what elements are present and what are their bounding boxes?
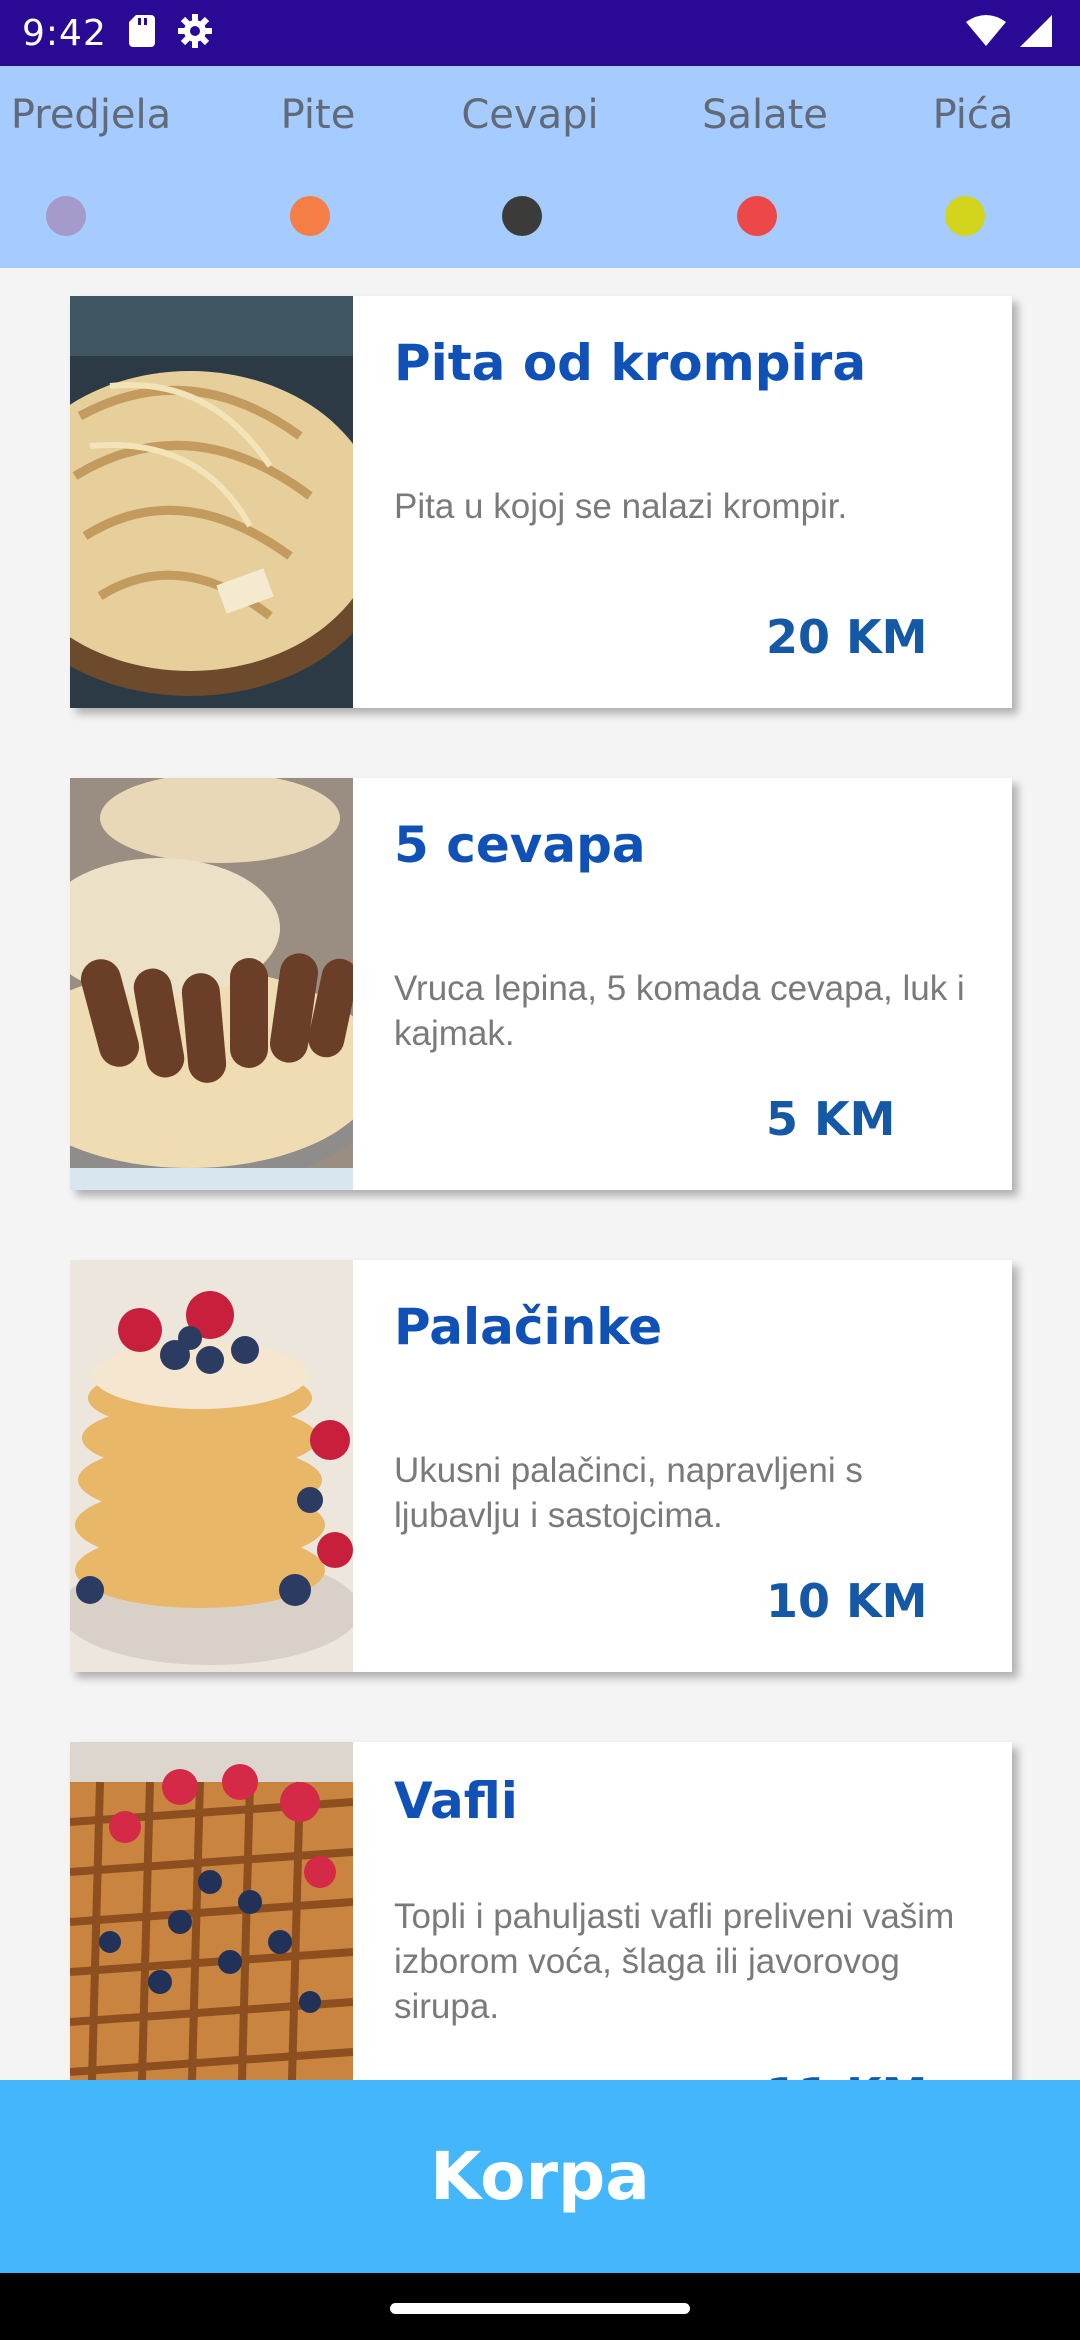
category-tab-cevapi[interactable]: Cevapi [430,66,630,268]
cart-button[interactable]: Korpa [0,2080,1080,2273]
product-title: Vafli [394,1772,518,1830]
product-card[interactable]: Pita od krompira Pita u kojoj se nalazi … [70,296,1012,708]
product-description: Topli i pahuljasti vafli preliveni vašim… [394,1897,955,2026]
settings-gear-icon [177,13,213,54]
product-card[interactable]: 5 cevapa Vruca lepina, 5 komada cevapa, … [70,778,1012,1190]
product-list[interactable]: Pita od krompira Pita u kojoj se nalazi … [0,268,1080,2080]
status-bar: 9:42 [0,0,1080,66]
product-description: Ukusni palačinci, napravljeni s ljubavlj… [394,1451,863,1535]
cell-signal-icon [1020,14,1052,52]
category-tab-pica[interactable]: Pića [873,66,1073,268]
product-image [70,1260,353,1672]
system-navigation-bar [0,2273,1080,2340]
category-tab-pite[interactable]: Pite [218,66,418,268]
category-label: Predjela [10,92,172,138]
product-description: Pita u kojoj se nalazi krompir. [394,487,848,526]
category-dot [46,196,86,236]
home-gesture-handle[interactable] [390,2303,690,2314]
category-label: Pića [932,92,1014,138]
category-dot [290,196,330,236]
product-image [70,778,353,1190]
category-dot [945,196,985,236]
product-title: Pita od krompira [394,334,867,392]
category-label: Salate [702,92,828,138]
category-tab-predjela[interactable]: Predjela [0,66,191,268]
category-dot [502,196,542,236]
status-left: 9:42 [22,13,213,54]
product-image [70,296,353,708]
product-price: 20 KM [766,610,928,664]
sd-card-icon [128,14,155,52]
category-dot [737,196,777,236]
product-description: Vruca lepina, 5 komada cevapa, luk i kaj… [394,969,965,1053]
product-title: 5 cevapa [394,816,646,874]
product-price: 10 KM [766,1574,928,1628]
wifi-icon [966,14,1006,52]
product-card[interactable]: Palačinke Ukusni palačinci, napravljeni … [70,1260,1012,1672]
category-tab-bar: Predjela Pite Cevapi Salate Pića [0,66,1080,268]
category-tab-salate[interactable]: Salate [665,66,865,268]
status-right [966,14,1052,52]
product-price: 5 KM [766,1092,896,1146]
product-card[interactable]: Vafli Topli i pahuljasti vafli preliveni… [70,1742,1012,2080]
product-title: Palačinke [394,1298,663,1356]
category-label: Cevapi [461,92,599,138]
product-image [70,1742,353,2080]
category-label: Pite [280,92,356,138]
status-time: 9:42 [22,12,107,54]
product-price: 11 KM [766,2068,927,2080]
